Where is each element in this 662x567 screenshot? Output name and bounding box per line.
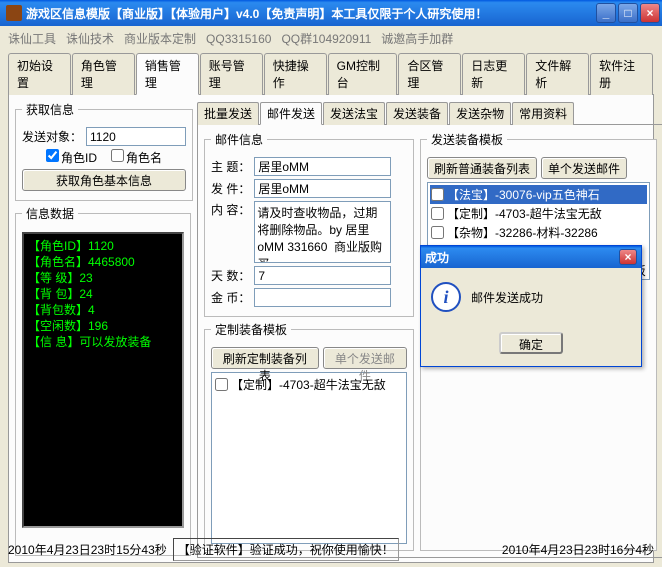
list-item[interactable]: 【杂物】-32286-材料-32286 xyxy=(430,223,647,242)
titlebar: 游戏区信息模版【商业版】【体验用户】v4.0【免责声明】本工具仅限于个人研究使用… xyxy=(0,0,662,26)
subject-input[interactable] xyxy=(254,157,391,176)
refresh-custom-button[interactable]: 刷新定制装备列表 xyxy=(211,347,319,369)
window-title: 游戏区信息模版【商业版】【体验用户】v4.0【免责声明】本工具仅限于个人研究使用… xyxy=(26,5,596,22)
main-tab[interactable]: 账号管理 xyxy=(200,53,263,95)
sub-tabs: 批量发送邮件发送发送法宝发送装备发送杂物常用资料 xyxy=(197,101,662,124)
menu-item[interactable]: QQ3315160 xyxy=(206,32,271,46)
send-single-custom-button[interactable]: 单个发送邮件 xyxy=(323,347,407,369)
gold-input[interactable] xyxy=(254,288,391,307)
get-info-group: 获取信息 发送对象： 角色ID 角色名 获取角色基本信息 xyxy=(15,101,193,201)
role-name-checkbox[interactable]: 角色名 xyxy=(111,149,162,166)
sub-tab[interactable]: 发送法宝 xyxy=(323,102,385,125)
close-button[interactable]: × xyxy=(640,3,660,23)
send-single-equip-button[interactable]: 单个发送邮件 xyxy=(541,157,627,179)
status-time-right: 2010年4月23日23时16分4秒 xyxy=(502,541,654,558)
dialog-ok-button[interactable]: 确定 xyxy=(499,332,563,354)
send-target-label: 发送对象： xyxy=(22,128,82,145)
dialog-titlebar: 成功 × xyxy=(421,246,641,268)
status-time-left: 2010年4月23日23时15分43秒 xyxy=(8,541,167,558)
list-item[interactable]: 【定制】-4703-超牛法宝无敌 xyxy=(430,204,647,223)
menu-item[interactable]: 商业版本定制 xyxy=(124,32,196,46)
dialog-message: 邮件发送成功 xyxy=(471,289,543,306)
days-input[interactable] xyxy=(254,266,391,285)
info-data-group: 信息数据 【角色ID】1120【角色名】4465800【等 级】23【背 包】2… xyxy=(15,205,191,556)
send-target-input[interactable] xyxy=(86,127,186,146)
sub-tab[interactable]: 邮件发送 xyxy=(260,102,322,125)
minimize-button[interactable]: _ xyxy=(596,3,616,23)
main-tab[interactable]: 文件解析 xyxy=(526,53,589,95)
refresh-equip-button[interactable]: 刷新普通装备列表 xyxy=(427,157,537,179)
main-tab[interactable]: 日志更新 xyxy=(462,53,525,95)
success-dialog: 成功 × i 邮件发送成功 确定 xyxy=(420,245,642,367)
menu-item[interactable]: 诛仙工具 xyxy=(8,32,56,46)
menu-item[interactable]: QQ群104920911 xyxy=(281,32,371,46)
main-tab[interactable]: GM控制台 xyxy=(328,53,398,95)
custom-listbox[interactable]: 【定制】-4703-超牛法宝无敌 xyxy=(211,372,407,544)
mail-info-group: 邮件信息 主 题： 发 件： 内 容： 天 数： 金 币： xyxy=(204,131,414,317)
sub-tab[interactable]: 发送装备 xyxy=(386,102,448,125)
sub-tab[interactable]: 常用资料 xyxy=(512,102,574,125)
main-tab[interactable]: 角色管理 xyxy=(72,53,135,95)
sub-tab[interactable]: 批量发送 xyxy=(197,102,259,125)
list-item[interactable]: 【定制】-4703-超牛法宝无敌 xyxy=(214,375,404,394)
main-tab[interactable]: 初始设置 xyxy=(8,53,71,95)
get-role-info-button[interactable]: 获取角色基本信息 xyxy=(22,169,186,191)
list-item[interactable]: 【法宝】-30076-vip五色神石 xyxy=(430,185,647,204)
maximize-button[interactable]: □ xyxy=(618,3,638,23)
statusbar: 2010年4月23日23时15分43秒 【验证软件】验证成功，祝你使用愉快！ 2… xyxy=(8,538,654,561)
menu-item[interactable]: 诚邀高手加群 xyxy=(381,32,453,46)
main-tabs: 初始设置角色管理销售管理账号管理快捷操作GM控制台合区管理日志更新文件解析软件注… xyxy=(8,52,654,95)
info-console: 【角色ID】1120【角色名】4465800【等 级】23【背 包】24【背包数… xyxy=(22,232,184,528)
dialog-close-button[interactable]: × xyxy=(619,249,637,265)
status-verify: 【验证软件】验证成功，祝你使用愉快！ xyxy=(173,538,399,561)
menu-item[interactable]: 诛仙技术 xyxy=(66,32,114,46)
role-id-checkbox[interactable]: 角色ID xyxy=(46,149,97,166)
main-tab[interactable]: 软件注册 xyxy=(590,53,653,95)
info-icon: i xyxy=(431,282,461,312)
custom-template-group: 定制装备模板 刷新定制装备列表 单个发送邮件 【定制】-4703-超牛法宝无敌 xyxy=(204,321,414,551)
main-tab[interactable]: 快捷操作 xyxy=(264,53,327,95)
main-tab[interactable]: 合区管理 xyxy=(398,53,461,95)
content-textarea[interactable] xyxy=(254,201,391,263)
sender-input[interactable] xyxy=(254,179,391,198)
main-tab[interactable]: 销售管理 xyxy=(136,53,199,95)
app-icon xyxy=(6,5,22,21)
menubar: 诛仙工具诛仙技术商业版本定制 QQ3315160 QQ群104920911 诚邀高手加… xyxy=(0,26,662,48)
sub-tab[interactable]: 发送杂物 xyxy=(449,102,511,125)
